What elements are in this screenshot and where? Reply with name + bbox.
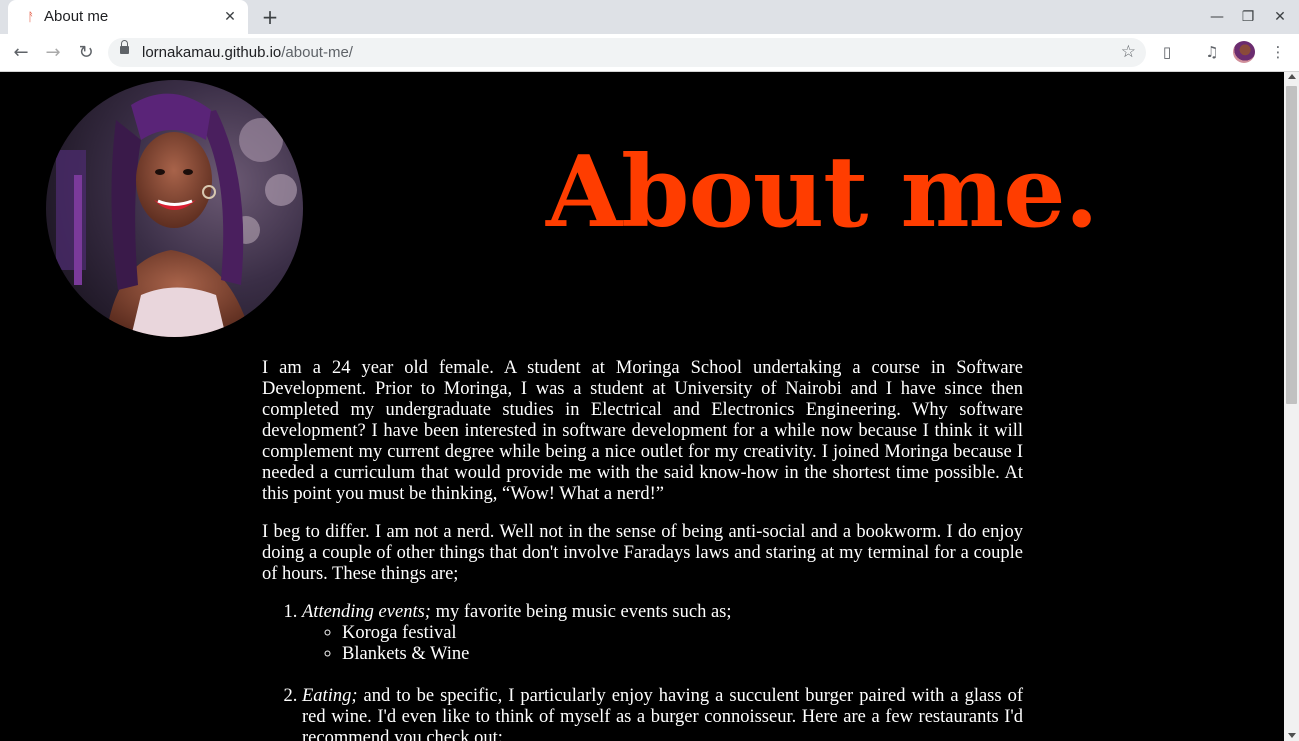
reading-mode-icon[interactable]: ▯: [1157, 42, 1177, 62]
browser-toolbar: ← → ↻ lornakamau.github.io/about-me/ ☆ ▯…: [0, 34, 1299, 72]
hobbies-paragraph: I beg to differ. I am not a nerd. Well n…: [262, 522, 1023, 584]
sublist-item: Blankets & Wine: [342, 644, 1023, 665]
about-text: I am a 24 year old female. A student at …: [262, 358, 1023, 741]
list-item: Attending events; my favorite being musi…: [302, 602, 1023, 665]
scroll-thumb[interactable]: [1286, 86, 1297, 404]
list-item-lead: Eating;: [302, 686, 358, 706]
scroll-down-icon[interactable]: [1288, 733, 1296, 738]
intro-paragraph: I am a 24 year old female. A student at …: [262, 358, 1023, 504]
address-bar[interactable]: lornakamau.github.io/about-me/ ☆: [108, 38, 1146, 67]
sublist-item: Koroga festival: [342, 623, 1023, 644]
close-window-icon[interactable]: ✕: [1269, 6, 1291, 28]
close-tab-icon[interactable]: ✕: [220, 7, 240, 27]
restore-window-icon[interactable]: ❐: [1237, 6, 1259, 28]
site-favicon-icon: ᚨ: [27, 10, 35, 24]
reload-icon[interactable]: ↻: [73, 40, 99, 66]
vertical-scrollbar[interactable]: [1284, 72, 1299, 741]
back-icon[interactable]: ←: [8, 40, 34, 66]
profile-photo: [46, 80, 303, 337]
list-item-text: my favorite being music events such as;: [430, 602, 732, 622]
tab-title: About me: [44, 8, 109, 25]
url-text[interactable]: lornakamau.github.io/about-me/: [142, 44, 353, 61]
new-tab-icon[interactable]: +: [258, 5, 282, 29]
list-item-lead: Attending events;: [302, 602, 431, 622]
lock-icon[interactable]: [120, 40, 129, 54]
profile-avatar[interactable]: [1233, 41, 1255, 63]
scroll-up-icon[interactable]: [1288, 74, 1296, 79]
tab-strip: ᚨ About me ✕ + — ❐ ✕: [0, 0, 1299, 34]
media-control-icon[interactable]: ♫: [1202, 42, 1222, 62]
page-title: About me.: [546, 135, 1099, 250]
forward-icon[interactable]: →: [40, 40, 66, 66]
list-item-text: and to be specific, I particularly enjoy…: [302, 686, 1023, 741]
tab-about-me[interactable]: ᚨ About me ✕: [8, 0, 248, 34]
url-host: lornakamau.github.io: [142, 44, 282, 61]
hobbies-list: Attending events; my favorite being musi…: [262, 602, 1023, 741]
minimize-window-icon[interactable]: —: [1206, 6, 1228, 28]
bookmark-star-icon[interactable]: ☆: [1121, 42, 1136, 62]
menu-icon[interactable]: ⋮: [1268, 42, 1288, 62]
page-content: About me. I am a 24 year old female. A s…: [0, 72, 1284, 741]
url-path: /about-me/: [281, 44, 353, 61]
list-item: Eating; and to be specific, I particular…: [302, 686, 1023, 741]
events-sublist: Koroga festival Blankets & Wine: [302, 623, 1023, 665]
